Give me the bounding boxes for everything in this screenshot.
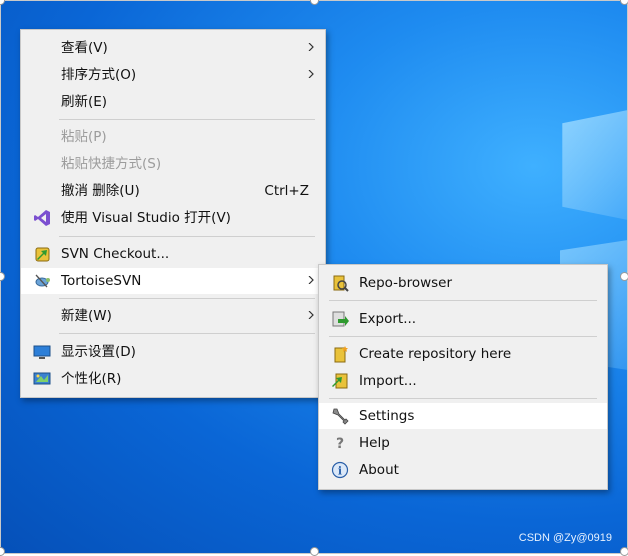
- menu-item-label: 撤消 删除(U): [61, 183, 140, 199]
- menu-separator: [59, 119, 315, 120]
- menu-item-label: 新建(W): [61, 308, 112, 324]
- menu-item-undo-delete[interactable]: 撤消 删除(U) Ctrl+Z: [21, 178, 325, 204]
- menu-item-refresh[interactable]: 刷新(E): [21, 89, 325, 115]
- export-icon: [332, 311, 349, 327]
- resize-handle[interactable]: [620, 547, 628, 556]
- tortoisesvn-icon: [35, 274, 50, 288]
- submenu-item-import[interactable]: Import...: [319, 368, 607, 394]
- submenu-item-label: Help: [359, 435, 390, 451]
- submenu-item-export[interactable]: Export...: [319, 306, 607, 332]
- tortoisesvn-submenu: Repo-browser Export... Create repository…: [318, 264, 608, 490]
- submenu-item-label: Settings: [359, 408, 415, 424]
- windows-logo-pane: [562, 110, 628, 220]
- resize-handle[interactable]: [0, 547, 5, 556]
- visual-studio-icon: [34, 210, 50, 226]
- submenu-item-label: Create repository here: [359, 346, 512, 362]
- menu-item-label: 刷新(E): [61, 94, 108, 110]
- menu-item-display-settings[interactable]: 显示设置(D): [21, 339, 325, 365]
- desktop-context-menu: 查看(V) 排序方式(O) 刷新(E) 粘贴(P) 粘贴快捷方式(S) 撤消 删…: [20, 29, 326, 398]
- submenu-item-label: Repo-browser: [359, 275, 453, 291]
- submenu-item-create-repository[interactable]: Create repository here: [319, 341, 607, 367]
- menu-item-personalize[interactable]: 个性化(R): [21, 366, 325, 392]
- import-icon: [332, 373, 348, 389]
- menu-item-label: 粘贴快捷方式(S): [61, 156, 162, 172]
- resize-handle[interactable]: [620, 272, 628, 281]
- submenu-item-repo-browser[interactable]: Repo-browser: [319, 270, 607, 296]
- resize-handle[interactable]: [310, 547, 319, 556]
- svg-text:?: ?: [336, 436, 344, 452]
- chevron-right-icon: [308, 311, 314, 319]
- menu-item-label: 排序方式(O): [61, 67, 137, 83]
- menu-item-paste[interactable]: 粘贴(P): [21, 124, 325, 150]
- menu-item-label: 使用 Visual Studio 打开(V): [61, 210, 231, 226]
- submenu-item-help[interactable]: ? Help: [319, 430, 607, 456]
- submenu-item-label: Import...: [359, 373, 417, 389]
- submenu-item-label: Export...: [359, 311, 417, 327]
- menu-item-label: 查看(V): [61, 40, 108, 56]
- watermark: CSDN @Zy@0919: [518, 532, 612, 544]
- about-icon: i: [331, 461, 349, 479]
- submenu-item-label: About: [359, 462, 399, 478]
- personalize-icon: [33, 372, 51, 385]
- menu-item-label: 粘贴(P): [61, 129, 107, 145]
- svn-checkout-icon: [35, 247, 50, 262]
- menu-separator: [329, 398, 597, 399]
- menu-separator: [59, 236, 315, 237]
- menu-separator: [59, 298, 315, 299]
- chevron-right-icon: [308, 276, 314, 284]
- chevron-right-icon: [308, 70, 314, 78]
- menu-item-svn-checkout[interactable]: SVN Checkout...: [21, 241, 325, 267]
- resize-handle[interactable]: [620, 0, 628, 5]
- menu-item-open-visual-studio[interactable]: 使用 Visual Studio 打开(V): [21, 205, 325, 231]
- settings-icon: [332, 408, 349, 425]
- menu-item-sort-by[interactable]: 排序方式(O): [21, 62, 325, 88]
- menu-item-label: TortoiseSVN: [61, 273, 142, 289]
- menu-item-view[interactable]: 查看(V): [21, 35, 325, 61]
- menu-separator: [329, 336, 597, 337]
- display-settings-icon: [33, 345, 51, 359]
- menu-item-label: 个性化(R): [61, 371, 122, 387]
- menu-item-label: SVN Checkout...: [61, 246, 170, 262]
- repo-browser-icon: [333, 275, 349, 292]
- submenu-item-settings[interactable]: Settings: [319, 403, 607, 429]
- menu-separator: [59, 333, 315, 334]
- svg-text:i: i: [338, 465, 342, 478]
- help-icon: ?: [336, 436, 344, 452]
- menu-item-label: 显示设置(D): [61, 344, 136, 360]
- chevron-right-icon: [308, 43, 314, 51]
- submenu-item-about[interactable]: i About: [319, 457, 607, 483]
- menu-separator: [329, 300, 597, 301]
- menu-item-tortoisesvn[interactable]: TortoiseSVN: [21, 268, 325, 294]
- create-repository-icon: [334, 346, 348, 363]
- menu-item-new[interactable]: 新建(W): [21, 303, 325, 329]
- menu-item-shortcut: Ctrl+Z: [264, 183, 309, 199]
- menu-item-paste-shortcut[interactable]: 粘贴快捷方式(S): [21, 151, 325, 177]
